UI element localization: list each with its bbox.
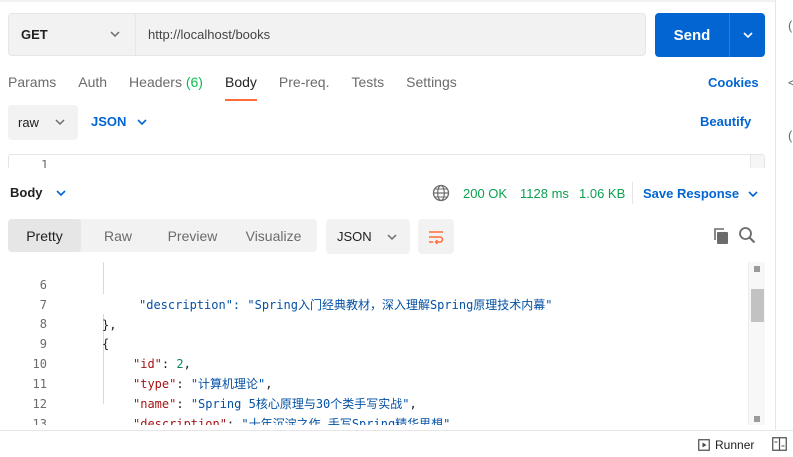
response-time[interactable]: 1128 ms (520, 186, 569, 201)
tab-preview[interactable]: Preview (155, 219, 230, 252)
cookies-link[interactable]: Cookies (708, 75, 759, 90)
tab-tests[interactable]: Tests (351, 74, 384, 90)
send-label: Send (673, 26, 711, 44)
beautify-button[interactable]: Beautify (700, 114, 751, 129)
two-pane-icon[interactable] (772, 437, 787, 451)
divider (632, 182, 633, 204)
chevron-down-icon (748, 190, 758, 197)
sidebar-edge-glyph: ( (788, 18, 793, 33)
tab-headers[interactable]: Headers (6) (129, 74, 203, 90)
tab-params[interactable]: Params (8, 74, 56, 90)
response-format-select[interactable]: JSON (326, 219, 410, 254)
response-section-label: Body (10, 185, 43, 200)
code-line: 9 "id": 2, (39, 337, 191, 371)
chevron-down-icon (742, 32, 753, 39)
body-mode-select[interactable]: raw (8, 105, 78, 140)
globe-icon[interactable] (432, 184, 450, 202)
send-dropdown-button[interactable] (730, 29, 765, 41)
runner-button[interactable]: Runner (698, 438, 754, 452)
code-line: 11 "name": "Spring 5核心原理与30个类手写实战", (32, 377, 417, 411)
status-footer: Runner (0, 430, 793, 457)
response-size[interactable]: 1.06 KB (579, 186, 625, 201)
tab-pretty[interactable]: Pretty (8, 219, 81, 252)
editor-scrollbar[interactable] (750, 155, 764, 168)
response-section-select[interactable]: Body (10, 185, 67, 200)
code-line: 10 "type": "计算机理论", (32, 357, 273, 391)
tab-settings[interactable]: Settings (406, 74, 457, 90)
sidebar-edge-glyph: < (788, 75, 793, 90)
tab-pre-request[interactable]: Pre-req. (279, 74, 330, 90)
chevron-down-icon (110, 31, 120, 38)
save-response-button[interactable]: Save Response (643, 186, 759, 201)
url-text: http://localhost/books (148, 27, 271, 42)
scroll-down-arrow[interactable] (754, 416, 760, 422)
code-line: 8 { (39, 317, 110, 351)
chevron-down-icon (55, 189, 66, 196)
status-code[interactable]: 200 OK (463, 186, 507, 201)
body-format-select[interactable]: JSON (91, 114, 148, 129)
send-button[interactable]: Send (655, 13, 765, 57)
code-scrollbar[interactable] (748, 262, 765, 425)
runner-label: Runner (715, 438, 755, 452)
code-line: 12 "description": "十年沉淀之作,手写Spring精华思想" (32, 397, 451, 425)
headers-count: (6) (185, 74, 203, 90)
line-number: 1 (41, 158, 49, 168)
code-line: 14 { (0, 413, 748, 425)
tab-raw[interactable]: Raw (81, 219, 155, 252)
body-format-label: JSON (91, 114, 127, 129)
scrollbar-thumb[interactable] (751, 289, 764, 322)
request-tabs: Params Auth Headers (6) Body Pre-req. Te… (8, 74, 479, 101)
code-line: 13 }, (32, 417, 47, 425)
tab-auth[interactable]: Auth (78, 74, 107, 90)
sidebar-edge-glyph: ( (788, 128, 793, 143)
response-code-viewer[interactable]: 6 "description": "Spring入门经典教材，深入理解Sprin… (0, 262, 765, 425)
response-view-tabs: Pretty Raw Preview Visualize (8, 219, 317, 252)
code-line: 7 }, (39, 298, 117, 332)
chevron-down-icon (387, 234, 397, 241)
method-label: GET (21, 27, 48, 42)
code-line: 6 "description": "Spring入门经典教材，深入理解Sprin… (39, 278, 553, 312)
top-border (0, 0, 793, 2)
right-sidebar-edge: ( < ( (775, 0, 793, 457)
request-body-editor[interactable]: 1 (8, 154, 765, 168)
search-icon[interactable] (738, 226, 756, 244)
tab-visualize[interactable]: Visualize (230, 219, 317, 252)
response-format-label: JSON (337, 229, 372, 244)
chevron-down-icon (137, 118, 147, 125)
save-response-label: Save Response (643, 186, 740, 201)
wrap-lines-icon (429, 230, 444, 244)
copy-icon[interactable] (712, 227, 730, 245)
send-divider (729, 13, 730, 57)
wrap-lines-button[interactable] (418, 219, 454, 254)
body-mode-label: raw (18, 115, 39, 130)
chevron-down-icon (55, 119, 65, 126)
method-select[interactable]: GET (8, 13, 135, 56)
scroll-up-arrow[interactable] (754, 266, 760, 272)
play-icon (698, 439, 710, 451)
tab-body[interactable]: Body (224, 74, 257, 101)
url-input[interactable]: http://localhost/books (135, 13, 646, 56)
